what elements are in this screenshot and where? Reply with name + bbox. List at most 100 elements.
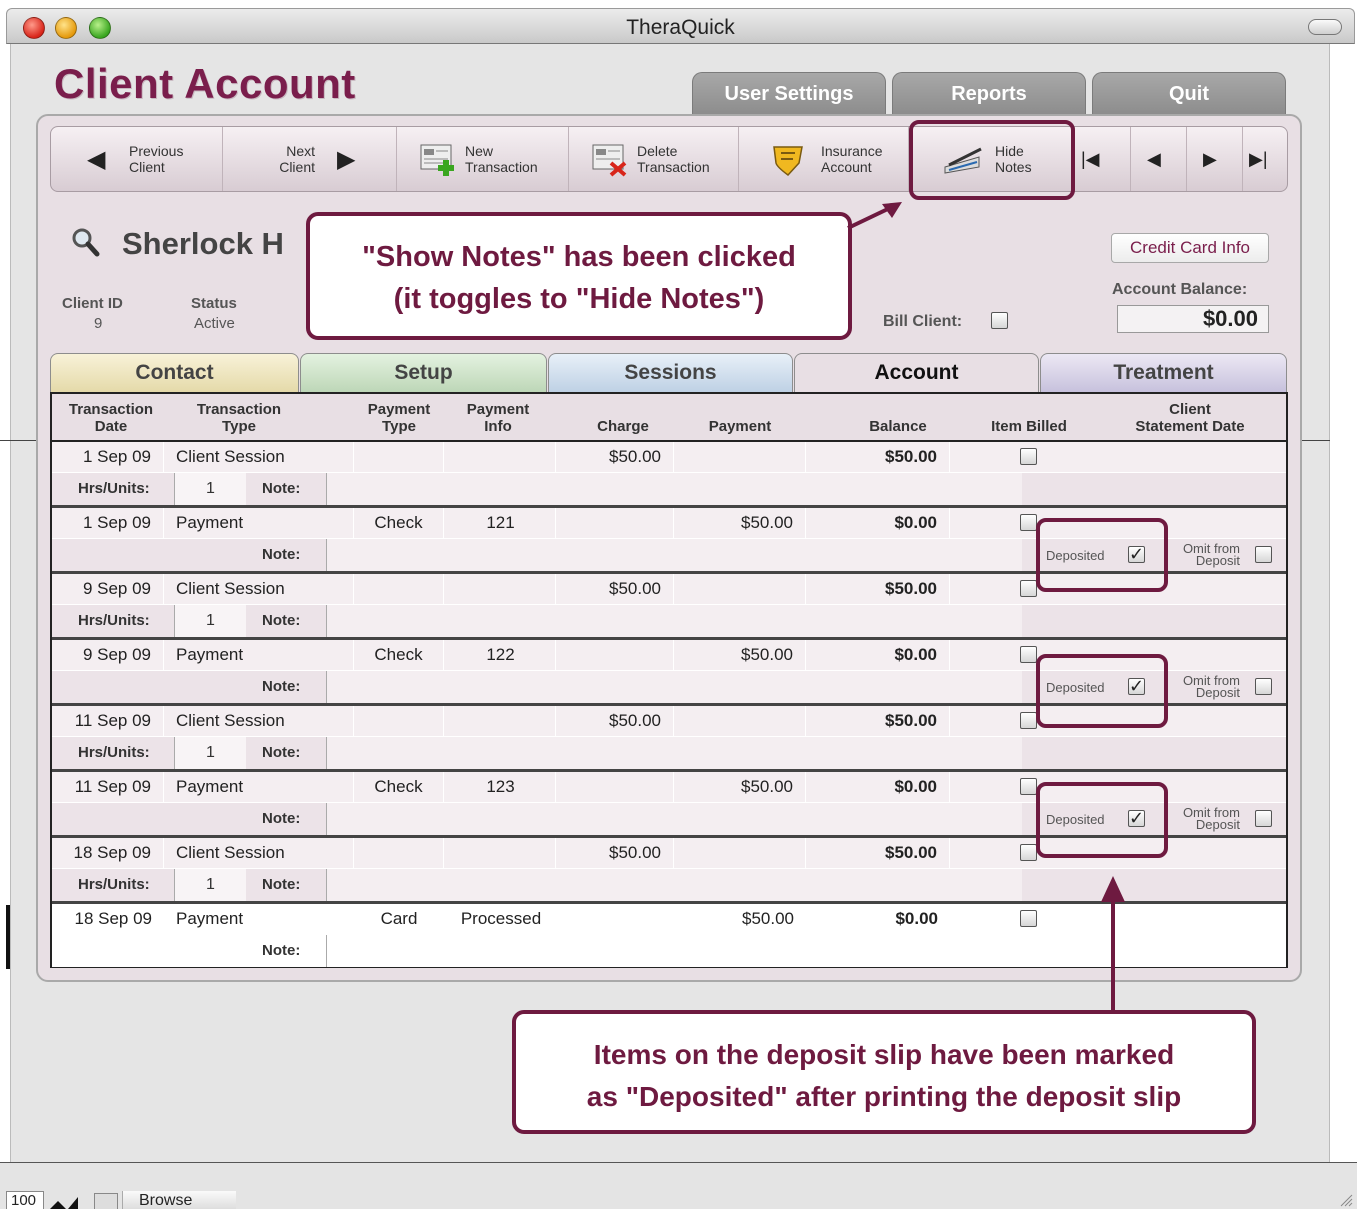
- status-toolbar-toggle[interactable]: [94, 1193, 118, 1209]
- note-field[interactable]: [326, 935, 1286, 967]
- payment-cell[interactable]: $50.00: [676, 772, 806, 802]
- omit-from-deposit-checkbox[interactable]: [1255, 678, 1272, 695]
- payment-type-cell[interactable]: [354, 574, 444, 604]
- transaction-date-cell[interactable]: 18 Sep 09: [52, 838, 164, 868]
- payment-type-cell[interactable]: Card: [354, 904, 444, 934]
- transaction-type-cell[interactable]: Payment: [166, 904, 354, 934]
- payment-info-cell[interactable]: [446, 574, 556, 604]
- insurance-account-button[interactable]: Insurance Account: [739, 127, 909, 191]
- transaction-date-cell[interactable]: 9 Sep 09: [52, 574, 164, 604]
- item-billed-checkbox[interactable]: [1020, 514, 1037, 531]
- payment-cell[interactable]: [676, 442, 806, 472]
- transaction-date-cell[interactable]: 9 Sep 09: [52, 640, 164, 670]
- charge-cell[interactable]: [558, 904, 674, 934]
- charge-cell[interactable]: $50.00: [558, 574, 674, 604]
- next-record-button[interactable]: ▶: [1187, 127, 1243, 191]
- charge-cell[interactable]: [558, 508, 674, 538]
- note-field[interactable]: [326, 671, 1022, 703]
- toolbar-toggle-button[interactable]: [1308, 19, 1342, 35]
- tab-contact[interactable]: Contact: [50, 353, 299, 393]
- balance-cell[interactable]: $50.00: [808, 838, 950, 868]
- last-record-button[interactable]: ▶|: [1243, 127, 1287, 191]
- omit-from-deposit-checkbox[interactable]: [1255, 546, 1272, 563]
- tab-setup[interactable]: Setup: [300, 353, 547, 393]
- transaction-type-cell[interactable]: Client Session: [166, 574, 354, 604]
- payment-info-cell[interactable]: 123: [446, 772, 556, 802]
- payment-info-cell[interactable]: [446, 838, 556, 868]
- item-billed-checkbox[interactable]: [1020, 910, 1037, 927]
- zoom-controls-icon[interactable]: [48, 1193, 88, 1209]
- balance-cell[interactable]: $0.00: [808, 772, 950, 802]
- transaction-date-cell[interactable]: 1 Sep 09: [52, 508, 164, 538]
- tab-quit[interactable]: Quit: [1092, 72, 1286, 114]
- transaction-type-cell[interactable]: Client Session: [166, 442, 354, 472]
- tab-sessions[interactable]: Sessions: [548, 353, 793, 393]
- note-field[interactable]: [326, 605, 1022, 637]
- transaction-type-cell[interactable]: Payment: [166, 508, 354, 538]
- payment-type-cell[interactable]: [354, 706, 444, 736]
- tab-account[interactable]: Account: [794, 353, 1039, 395]
- payment-cell[interactable]: $50.00: [676, 508, 806, 538]
- payment-info-cell[interactable]: Processed: [446, 904, 556, 934]
- payment-type-cell[interactable]: Check: [354, 508, 444, 538]
- hrs-units-field[interactable]: 1: [174, 737, 246, 769]
- payment-type-cell[interactable]: [354, 838, 444, 868]
- transaction-type-cell[interactable]: Client Session: [166, 838, 354, 868]
- hrs-units-field[interactable]: 1: [174, 869, 246, 901]
- transaction-date-cell[interactable]: 11 Sep 09: [52, 706, 164, 736]
- item-billed-checkbox[interactable]: [1020, 646, 1037, 663]
- payment-type-cell[interactable]: [354, 442, 444, 472]
- note-field[interactable]: [326, 539, 1022, 571]
- item-billed-checkbox[interactable]: [1020, 580, 1037, 597]
- balance-cell[interactable]: $50.00: [808, 442, 950, 472]
- payment-type-cell[interactable]: Check: [354, 772, 444, 802]
- transaction-date-cell[interactable]: 1 Sep 09: [52, 442, 164, 472]
- table-row[interactable]: 1 Sep 09 Client Session $50.00 $50.00: [52, 442, 1286, 472]
- previous-client-button[interactable]: ◀ Previous Client: [51, 127, 223, 191]
- previous-record-button[interactable]: ◀: [1131, 127, 1187, 191]
- balance-cell[interactable]: $0.00: [808, 508, 950, 538]
- hrs-units-field[interactable]: 1: [174, 473, 246, 505]
- item-billed-checkbox[interactable]: [1020, 844, 1037, 861]
- mode-indicator[interactable]: Browse: [122, 1191, 236, 1209]
- payment-info-cell[interactable]: 122: [446, 640, 556, 670]
- first-record-button[interactable]: |◀: [1075, 127, 1131, 191]
- item-billed-checkbox[interactable]: [1020, 448, 1037, 465]
- transaction-type-cell[interactable]: Client Session: [166, 706, 354, 736]
- omit-from-deposit-checkbox[interactable]: [1255, 810, 1272, 827]
- note-field[interactable]: [326, 473, 1022, 505]
- zoom-level[interactable]: 100: [6, 1191, 44, 1209]
- payment-info-cell[interactable]: [446, 706, 556, 736]
- balance-cell[interactable]: $50.00: [808, 706, 950, 736]
- payment-cell[interactable]: [676, 574, 806, 604]
- transaction-type-cell[interactable]: Payment: [166, 772, 354, 802]
- payment-type-cell[interactable]: Check: [354, 640, 444, 670]
- balance-cell[interactable]: $0.00: [808, 640, 950, 670]
- charge-cell[interactable]: $50.00: [558, 442, 674, 472]
- charge-cell[interactable]: [558, 640, 674, 670]
- balance-cell[interactable]: $0.00: [808, 904, 950, 934]
- transaction-date-cell[interactable]: 18 Sep 09: [52, 904, 164, 934]
- charge-cell[interactable]: [558, 772, 674, 802]
- tab-user-settings[interactable]: User Settings: [692, 72, 886, 114]
- charge-cell[interactable]: $50.00: [558, 838, 674, 868]
- transaction-date-cell[interactable]: 11 Sep 09: [52, 772, 164, 802]
- payment-cell[interactable]: [676, 838, 806, 868]
- payment-cell[interactable]: [676, 706, 806, 736]
- resize-grip-icon[interactable]: [1339, 1193, 1353, 1207]
- delete-transaction-button[interactable]: Delete Transaction: [569, 127, 739, 191]
- payment-cell[interactable]: $50.00: [676, 640, 806, 670]
- transaction-type-cell[interactable]: Payment: [166, 640, 354, 670]
- charge-cell[interactable]: $50.00: [558, 706, 674, 736]
- note-field[interactable]: [326, 737, 1022, 769]
- tab-reports[interactable]: Reports: [892, 72, 1086, 114]
- payment-info-cell[interactable]: [446, 442, 556, 472]
- item-billed-checkbox[interactable]: [1020, 712, 1037, 729]
- new-transaction-button[interactable]: New Transaction: [397, 127, 569, 191]
- payment-info-cell[interactable]: 121: [446, 508, 556, 538]
- bill-client-checkbox[interactable]: [991, 312, 1008, 329]
- note-field[interactable]: [326, 869, 1022, 901]
- tab-treatment[interactable]: Treatment: [1040, 353, 1287, 393]
- next-client-button[interactable]: Next Client ▶: [223, 127, 397, 191]
- payment-cell[interactable]: $50.00: [676, 904, 806, 934]
